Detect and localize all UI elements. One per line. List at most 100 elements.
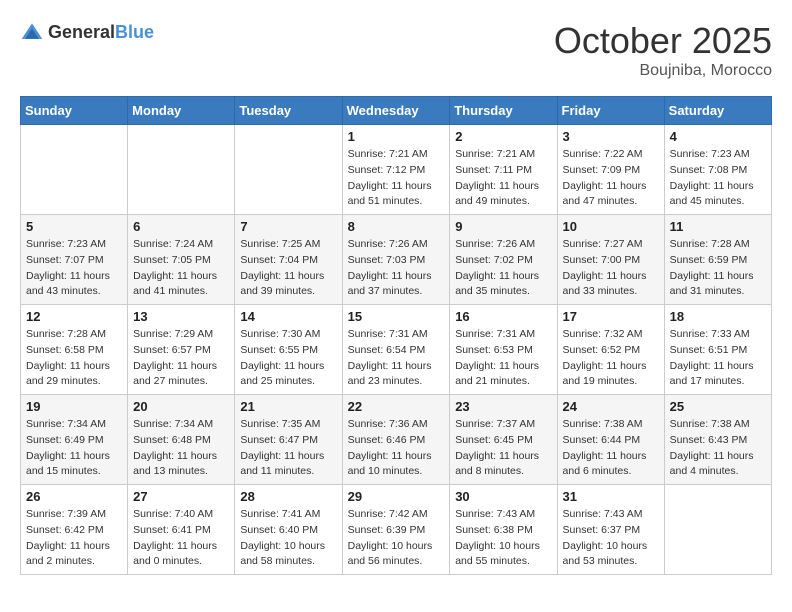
day-detail: Sunrise: 7:29 AM Sunset: 6:57 PM Dayligh… xyxy=(133,327,229,390)
logo: GeneralBlue xyxy=(20,20,154,44)
day-detail: Sunrise: 7:31 AM Sunset: 6:53 PM Dayligh… xyxy=(455,327,551,390)
day-number: 20 xyxy=(133,399,229,414)
calendar-day-cell: 26Sunrise: 7:39 AM Sunset: 6:42 PM Dayli… xyxy=(21,485,128,575)
day-number: 19 xyxy=(26,399,122,414)
calendar-day-cell: 27Sunrise: 7:40 AM Sunset: 6:41 PM Dayli… xyxy=(128,485,235,575)
calendar-day-cell: 6 Sunrise: 7:24 AM Sunset: 7:05 PM Daylig… xyxy=(128,215,235,305)
day-number: 22 xyxy=(348,399,445,414)
calendar-day-cell: 13 Sunrise: 7:29 AM Sunset: 6:57 PM Dayli… xyxy=(128,305,235,395)
day-number: 10 xyxy=(563,219,659,234)
day-detail: Sunrise: 7:38 AM Sunset: 6:43 PM Dayligh… xyxy=(670,417,766,480)
weekday-header-cell: Tuesday xyxy=(235,97,342,125)
day-number: 31 xyxy=(563,489,659,504)
day-number: 9 xyxy=(455,219,551,234)
day-detail: Sunrise: 7:28 AM Sunset: 6:59 PM Dayligh… xyxy=(670,237,766,300)
day-number: 13 xyxy=(133,309,229,324)
logo-icon xyxy=(20,20,44,44)
day-detail: Sunrise: 7:41 AM Sunset: 6:40 PM Dayligh… xyxy=(240,507,336,570)
day-number: 4 xyxy=(670,129,766,144)
calendar-day-cell: 17 Sunrise: 7:32 AM Sunset: 6:52 PM Dayli… xyxy=(557,305,664,395)
day-number: 24 xyxy=(563,399,659,414)
calendar-day-cell: 9 Sunrise: 7:26 AM Sunset: 7:02 PM Daylig… xyxy=(450,215,557,305)
weekday-header-cell: Wednesday xyxy=(342,97,450,125)
day-detail: Sunrise: 7:39 AM Sunset: 6:42 PM Dayligh… xyxy=(26,507,122,570)
calendar-day-cell: 18 Sunrise: 7:33 AM Sunset: 6:51 PM Dayli… xyxy=(664,305,771,395)
calendar-day-cell: 12 Sunrise: 7:28 AM Sunset: 6:58 PM Dayli… xyxy=(21,305,128,395)
day-detail: Sunrise: 7:21 AM Sunset: 7:11 PM Dayligh… xyxy=(455,147,551,210)
day-number: 1 xyxy=(348,129,445,144)
calendar-day-cell: 14Sunrise: 7:30 AM Sunset: 6:55 PM Dayli… xyxy=(235,305,342,395)
logo-text-blue: Blue xyxy=(115,22,154,42)
day-number: 14 xyxy=(240,309,336,324)
day-number: 28 xyxy=(240,489,336,504)
calendar-day-cell: 22Sunrise: 7:36 AM Sunset: 6:46 PM Dayli… xyxy=(342,395,450,485)
calendar-week-row: 1 Sunrise: 7:21 AM Sunset: 7:12 PM Daylig… xyxy=(21,125,772,215)
calendar-day-cell: 3 Sunrise: 7:22 AM Sunset: 7:09 PM Daylig… xyxy=(557,125,664,215)
month-title: October 2025 xyxy=(554,20,772,62)
calendar-day-cell: 29 Sunrise: 7:42 AM Sunset: 6:39 PM Dayli… xyxy=(342,485,450,575)
calendar-day-cell xyxy=(21,125,128,215)
location-title: Boujniba, Morocco xyxy=(554,62,772,80)
day-number: 21 xyxy=(240,399,336,414)
logo-text-general: General xyxy=(48,22,115,42)
calendar-week-row: 12 Sunrise: 7:28 AM Sunset: 6:58 PM Dayli… xyxy=(21,305,772,395)
day-number: 18 xyxy=(670,309,766,324)
day-detail: Sunrise: 7:26 AM Sunset: 7:03 PM Dayligh… xyxy=(348,237,445,300)
calendar-day-cell: 11 Sunrise: 7:28 AM Sunset: 6:59 PM Dayli… xyxy=(664,215,771,305)
calendar-day-cell: 16 Sunrise: 7:31 AM Sunset: 6:53 PM Dayli… xyxy=(450,305,557,395)
weekday-header-cell: Sunday xyxy=(21,97,128,125)
day-detail: Sunrise: 7:35 AM Sunset: 6:47 PM Dayligh… xyxy=(240,417,336,480)
calendar-day-cell: 24 Sunrise: 7:38 AM Sunset: 6:44 PM Dayli… xyxy=(557,395,664,485)
calendar-day-cell: 5 Sunrise: 7:23 AM Sunset: 7:07 PM Daylig… xyxy=(21,215,128,305)
day-detail: Sunrise: 7:27 AM Sunset: 7:00 PM Dayligh… xyxy=(563,237,659,300)
calendar-day-cell: 28 Sunrise: 7:41 AM Sunset: 6:40 PM Dayli… xyxy=(235,485,342,575)
calendar-day-cell: 4Sunrise: 7:23 AM Sunset: 7:08 PM Daylig… xyxy=(664,125,771,215)
day-detail: Sunrise: 7:34 AM Sunset: 6:49 PM Dayligh… xyxy=(26,417,122,480)
page-header: GeneralBlue October 2025 Boujniba, Moroc… xyxy=(20,20,772,80)
title-block: October 2025 Boujniba, Morocco xyxy=(554,20,772,80)
calendar-day-cell xyxy=(664,485,771,575)
day-detail: Sunrise: 7:31 AM Sunset: 6:54 PM Dayligh… xyxy=(348,327,445,390)
calendar-day-cell: 2Sunrise: 7:21 AM Sunset: 7:11 PM Daylig… xyxy=(450,125,557,215)
weekday-header-cell: Thursday xyxy=(450,97,557,125)
calendar-day-cell: 7 Sunrise: 7:25 AM Sunset: 7:04 PM Daylig… xyxy=(235,215,342,305)
day-detail: Sunrise: 7:42 AM Sunset: 6:39 PM Dayligh… xyxy=(348,507,445,570)
day-number: 6 xyxy=(133,219,229,234)
day-detail: Sunrise: 7:28 AM Sunset: 6:58 PM Dayligh… xyxy=(26,327,122,390)
calendar-day-cell xyxy=(235,125,342,215)
calendar-day-cell xyxy=(128,125,235,215)
day-detail: Sunrise: 7:21 AM Sunset: 7:12 PM Dayligh… xyxy=(348,147,445,210)
day-detail: Sunrise: 7:23 AM Sunset: 7:07 PM Dayligh… xyxy=(26,237,122,300)
weekday-header-cell: Saturday xyxy=(664,97,771,125)
day-detail: Sunrise: 7:22 AM Sunset: 7:09 PM Dayligh… xyxy=(563,147,659,210)
day-number: 30 xyxy=(455,489,551,504)
day-number: 15 xyxy=(348,309,445,324)
day-number: 5 xyxy=(26,219,122,234)
calendar-week-row: 26Sunrise: 7:39 AM Sunset: 6:42 PM Dayli… xyxy=(21,485,772,575)
calendar-day-cell: 15 Sunrise: 7:31 AM Sunset: 6:54 PM Dayli… xyxy=(342,305,450,395)
day-detail: Sunrise: 7:25 AM Sunset: 7:04 PM Dayligh… xyxy=(240,237,336,300)
day-number: 16 xyxy=(455,309,551,324)
day-detail: Sunrise: 7:43 AM Sunset: 6:37 PM Dayligh… xyxy=(563,507,659,570)
calendar-day-cell: 31 Sunrise: 7:43 AM Sunset: 6:37 PM Dayli… xyxy=(557,485,664,575)
calendar-table: SundayMondayTuesdayWednesdayThursdayFrid… xyxy=(20,96,772,575)
day-detail: Sunrise: 7:32 AM Sunset: 6:52 PM Dayligh… xyxy=(563,327,659,390)
day-number: 7 xyxy=(240,219,336,234)
day-detail: Sunrise: 7:26 AM Sunset: 7:02 PM Dayligh… xyxy=(455,237,551,300)
calendar-day-cell: 21 Sunrise: 7:35 AM Sunset: 6:47 PM Dayli… xyxy=(235,395,342,485)
day-number: 29 xyxy=(348,489,445,504)
day-number: 11 xyxy=(670,219,766,234)
day-number: 12 xyxy=(26,309,122,324)
day-number: 27 xyxy=(133,489,229,504)
calendar-day-cell: 8Sunrise: 7:26 AM Sunset: 7:03 PM Daylig… xyxy=(342,215,450,305)
day-number: 3 xyxy=(563,129,659,144)
day-detail: Sunrise: 7:24 AM Sunset: 7:05 PM Dayligh… xyxy=(133,237,229,300)
day-detail: Sunrise: 7:33 AM Sunset: 6:51 PM Dayligh… xyxy=(670,327,766,390)
day-number: 23 xyxy=(455,399,551,414)
calendar-day-cell: 25Sunrise: 7:38 AM Sunset: 6:43 PM Dayli… xyxy=(664,395,771,485)
day-detail: Sunrise: 7:37 AM Sunset: 6:45 PM Dayligh… xyxy=(455,417,551,480)
day-detail: Sunrise: 7:38 AM Sunset: 6:44 PM Dayligh… xyxy=(563,417,659,480)
calendar-day-cell: 30Sunrise: 7:43 AM Sunset: 6:38 PM Dayli… xyxy=(450,485,557,575)
day-number: 17 xyxy=(563,309,659,324)
calendar-day-cell: 10 Sunrise: 7:27 AM Sunset: 7:00 PM Dayli… xyxy=(557,215,664,305)
